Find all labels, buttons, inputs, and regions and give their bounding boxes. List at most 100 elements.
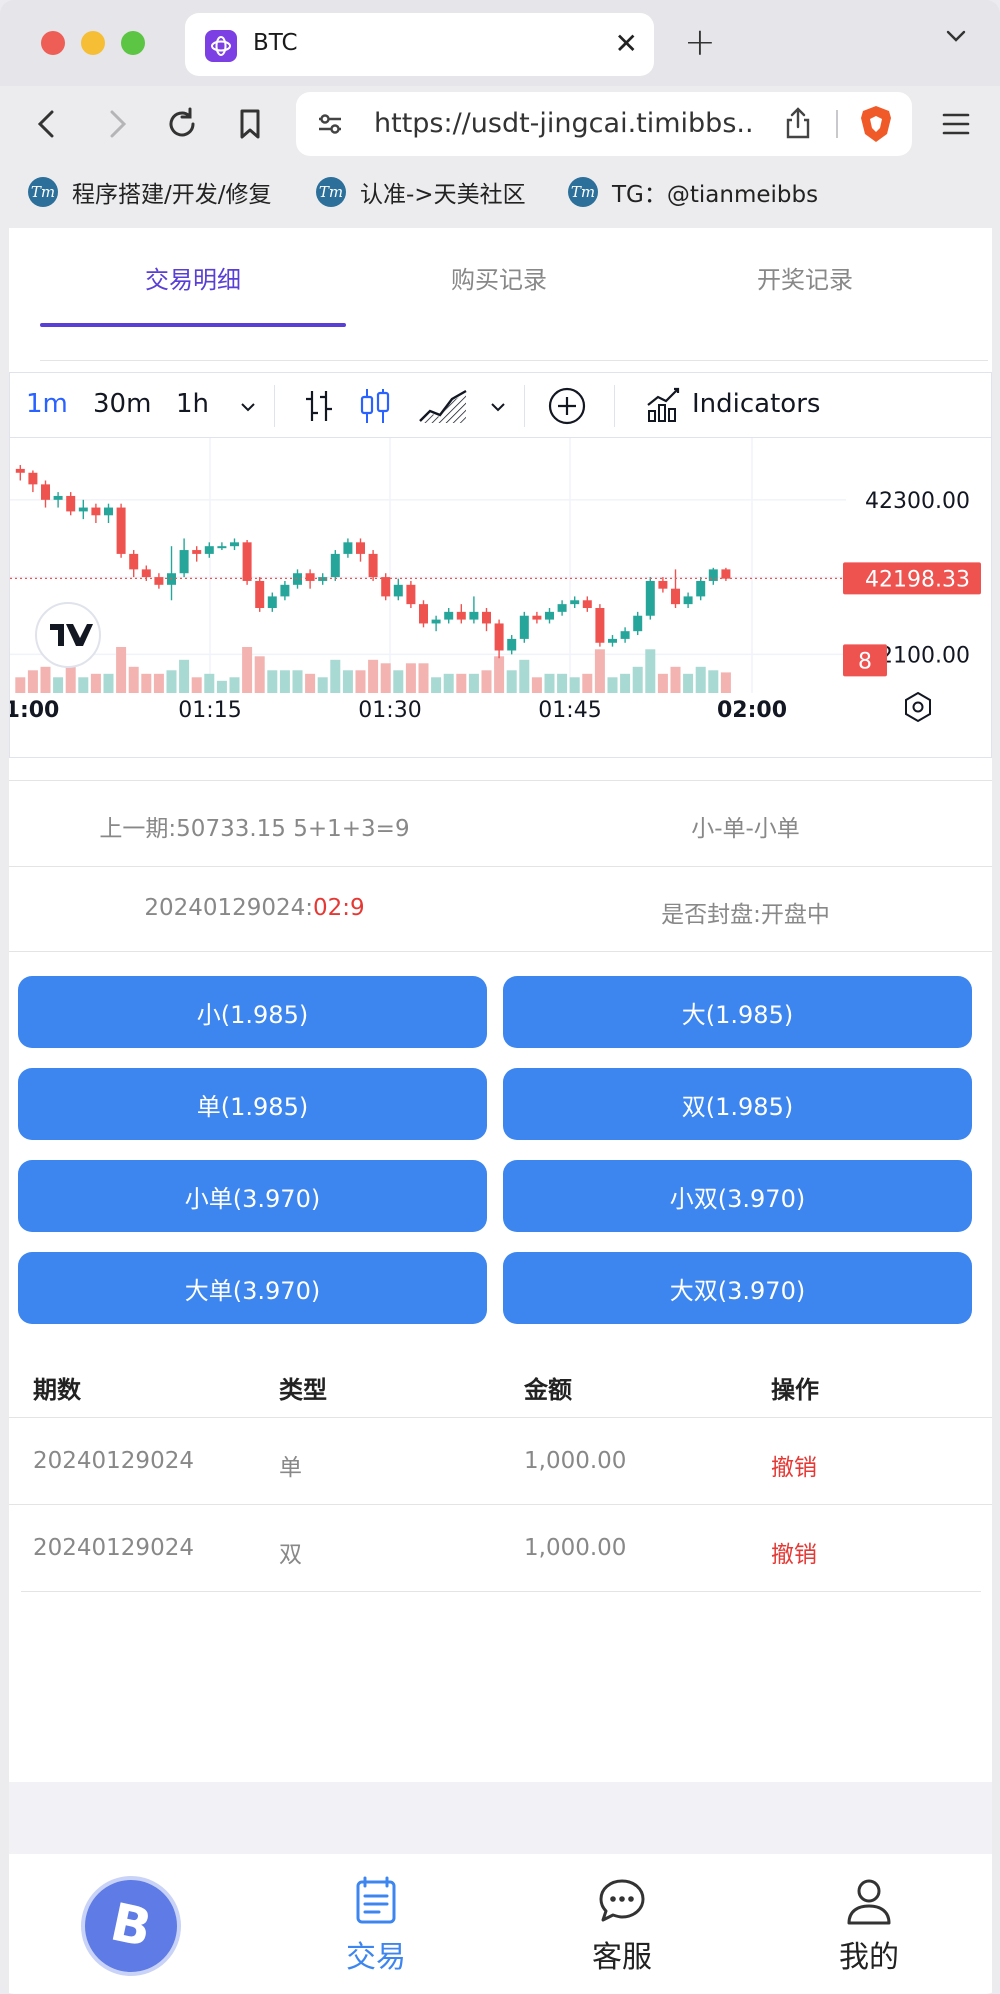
address-bar[interactable]: https://usdt-jingcai.timibbs...: [296, 92, 912, 156]
add-compare-icon[interactable]: [546, 385, 588, 427]
candle-body: [15, 468, 25, 473]
volume-bar: [242, 647, 253, 693]
price-label: 42300.00: [865, 489, 970, 514]
candle-body: [116, 507, 126, 554]
candle-body: [381, 577, 391, 597]
cancel-bet-button[interactable]: 撤销: [771, 1535, 817, 1569]
volume-bar: [254, 656, 265, 693]
time-tick-label: 01:15: [178, 698, 241, 723]
chevron-down-icon[interactable]: [944, 24, 968, 48]
interval-30m[interactable]: 30m: [93, 389, 151, 419]
tm-logo-icon: Tm: [568, 177, 598, 207]
chart-toolbar: 1m 30m 1h Indicators: [10, 373, 991, 438]
nav-trade[interactable]: 交易: [296, 1876, 456, 1976]
browser-tab[interactable]: BTC ✕: [185, 13, 654, 76]
candle-body: [406, 584, 416, 605]
candle-body: [582, 600, 592, 608]
browser-window: BTC ✕ + https://usdt-jingcai.timibbs... …: [0, 0, 1000, 1994]
candle-body: [167, 573, 176, 585]
candle-body: [217, 546, 227, 549]
bet-big-even-button[interactable]: 大双(3.970): [503, 1252, 972, 1324]
tab-purchase-records[interactable]: 购买记录: [346, 260, 652, 295]
tab-trade-details[interactable]: 交易明细: [40, 260, 346, 295]
candle-body: [671, 588, 680, 605]
interval-1h[interactable]: 1h: [176, 389, 209, 419]
document-list-icon: [356, 1876, 396, 1924]
settings-hex-icon[interactable]: [905, 691, 931, 723]
indicators-button[interactable]: Indicators: [692, 389, 820, 419]
volume-bar: [582, 673, 593, 693]
bet-small-button[interactable]: 小(1.985): [18, 976, 487, 1048]
tab-strip: BTC ✕ +: [0, 0, 1000, 86]
bet-even-button[interactable]: 双(1.985): [503, 1068, 972, 1140]
candle-body: [343, 542, 353, 554]
reload-icon[interactable]: [162, 104, 202, 144]
chevron-down-icon[interactable]: [238, 397, 258, 417]
volume-bar: [368, 659, 379, 693]
volume-bar: [204, 673, 215, 693]
close-window-button[interactable]: [41, 31, 65, 55]
volume-bar: [405, 663, 416, 693]
current-period: 20240129024:02:9: [144, 895, 365, 921]
bitcoin-logo-icon[interactable]: B: [81, 1876, 181, 1976]
candle-body: [318, 577, 328, 581]
indicators-icon[interactable]: [644, 385, 684, 425]
bookmark-item[interactable]: Tm 认准->天美社区: [316, 174, 526, 210]
countdown-timer: 02:9: [313, 895, 365, 921]
candle-body: [305, 573, 315, 581]
bet-big-odd-button[interactable]: 大单(3.970): [18, 1252, 487, 1324]
volume-bar: [481, 670, 492, 693]
candle-body: [557, 604, 567, 612]
candle-body: [356, 542, 365, 554]
candle-body: [419, 604, 428, 624]
candlestick-plot[interactable]: 42300.00 42198.33 42100.00 8 1:00 01:15 01…: [10, 438, 991, 757]
area-chart-type-icon[interactable]: [418, 387, 468, 425]
chevron-down-icon[interactable]: [488, 397, 508, 417]
url-text[interactable]: https://usdt-jingcai.timibbs...: [374, 108, 754, 139]
close-tab-icon[interactable]: ✕: [615, 27, 638, 60]
share-icon[interactable]: [782, 106, 814, 140]
bet-small-odd-button[interactable]: 小单(3.970): [18, 1160, 487, 1232]
volume-bar: [116, 647, 127, 693]
forward-icon[interactable]: [96, 104, 136, 144]
interval-1m[interactable]: 1m: [26, 389, 68, 419]
volume-bar: [569, 677, 580, 693]
cancel-bet-button[interactable]: 撤销: [771, 1448, 817, 1482]
tab-draw-records[interactable]: 开奖记录: [652, 260, 958, 295]
nav-profile[interactable]: 我的: [789, 1876, 949, 1976]
candle-body: [129, 553, 139, 570]
menu-icon[interactable]: [936, 104, 976, 144]
bookmark-icon[interactable]: [230, 104, 270, 144]
price-chart[interactable]: 1m 30m 1h Indicators 42300.00 42198.33 4…: [9, 372, 992, 758]
candle-body: [204, 546, 214, 554]
nav-customer-service[interactable]: 客服: [542, 1876, 702, 1976]
volume-bar: [15, 677, 26, 693]
candle-body: [645, 580, 655, 616]
countdown-label: 8: [858, 649, 872, 674]
site-settings-icon[interactable]: [316, 110, 344, 138]
last-period-type: 小-单-小单: [691, 816, 800, 842]
volume-bar: [330, 659, 341, 693]
back-icon[interactable]: [28, 104, 68, 144]
new-tab-button[interactable]: +: [684, 20, 716, 64]
volume-bar: [292, 670, 303, 693]
candle-body: [456, 611, 466, 620]
volume-bar: [620, 673, 631, 693]
candle-body: [519, 615, 529, 639]
candle-chart-type-icon[interactable]: [356, 385, 394, 427]
candle-body: [179, 550, 189, 574]
zoom-window-button[interactable]: [121, 31, 145, 55]
bet-odd-button[interactable]: 单(1.985): [18, 1068, 487, 1140]
volume-bar: [607, 677, 618, 693]
minimize-window-button[interactable]: [81, 31, 105, 55]
tm-logo-icon: Tm: [28, 177, 58, 207]
bar-chart-type-icon[interactable]: [300, 387, 338, 425]
bookmark-item[interactable]: Tm TG：@tianmeibbs: [568, 174, 818, 210]
bookmark-item[interactable]: Tm 程序搭建/开发/修复: [28, 174, 272, 210]
volume-bar: [90, 673, 101, 693]
bet-big-button[interactable]: 大(1.985): [503, 976, 972, 1048]
candle-body: [721, 569, 731, 579]
brave-shield-icon[interactable]: [858, 104, 894, 144]
volume-bar: [720, 672, 731, 693]
bet-small-even-button[interactable]: 小双(3.970): [503, 1160, 972, 1232]
